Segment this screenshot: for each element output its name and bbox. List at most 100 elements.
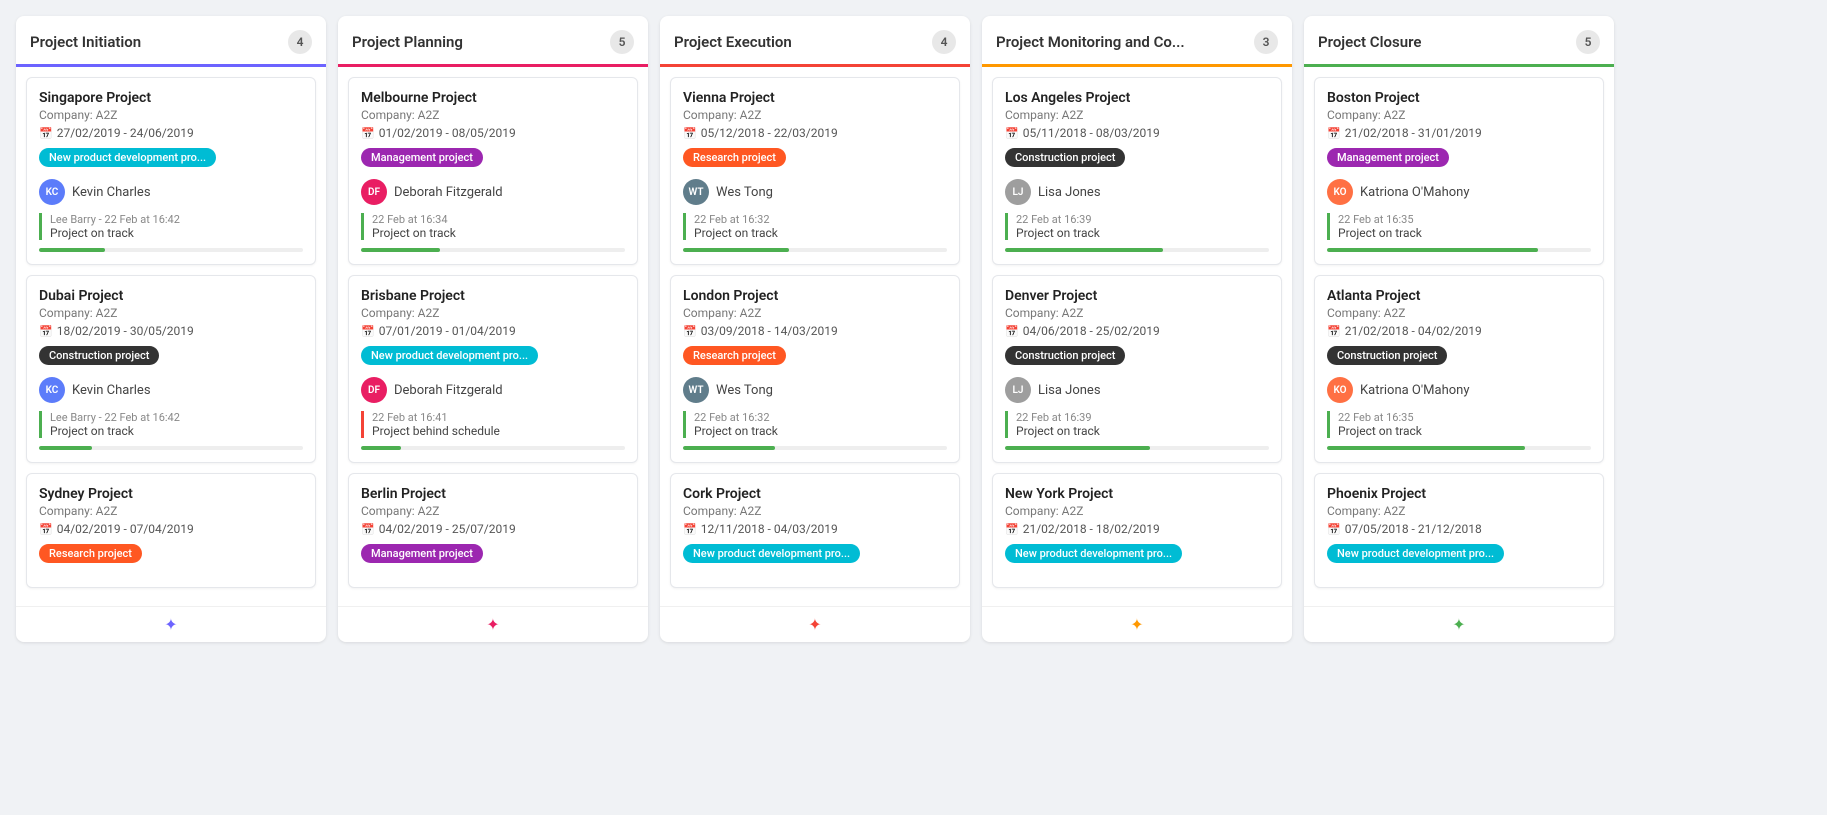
progress-bar	[1327, 248, 1538, 252]
card[interactable]: Vienna ProjectCompany: A2Z📅 05/12/2018 -…	[670, 77, 960, 265]
move-icon[interactable]: ✦	[486, 615, 499, 634]
move-icon[interactable]: ✦	[808, 615, 821, 634]
update-text: Project on track	[1016, 226, 1269, 240]
avatar-row: KC Kevin Charles	[39, 377, 303, 403]
calendar-icon: 📅	[39, 127, 53, 140]
column-footer: ✦	[1304, 606, 1614, 642]
progress-bar-container	[683, 446, 947, 450]
card[interactable]: Sydney ProjectCompany: A2Z📅 04/02/2019 -…	[26, 473, 316, 588]
project-tag: Management project	[361, 148, 483, 167]
avatar-row: DFDeborah Fitzgerald	[361, 179, 625, 205]
column-footer: ✦	[660, 606, 970, 642]
progress-bar-container	[39, 248, 303, 252]
calendar-icon: 📅	[361, 127, 375, 140]
card-title: Dubai Project	[39, 288, 303, 304]
move-icon[interactable]: ✦	[164, 615, 177, 634]
calendar-icon: 📅	[1327, 523, 1341, 536]
card[interactable]: Phoenix ProjectCompany: A2Z📅 07/05/2018 …	[1314, 473, 1604, 588]
card[interactable]: Singapore ProjectCompany: A2Z📅 27/02/201…	[26, 77, 316, 265]
update-meta: 22 Feb at 16:32	[694, 411, 947, 424]
card[interactable]: New York ProjectCompany: A2Z📅 21/02/2018…	[992, 473, 1282, 588]
update-text: Project on track	[1338, 424, 1591, 438]
avatar-row: KOKatriona O'Mahony	[1327, 377, 1591, 403]
card[interactable]: Brisbane ProjectCompany: A2Z📅 07/01/2019…	[348, 275, 638, 463]
card-date: 📅 04/02/2019 - 07/04/2019	[39, 522, 303, 536]
assignee-name: Lisa Jones	[1038, 185, 1101, 200]
update-meta: 22 Feb at 16:32	[694, 213, 947, 226]
update-section: Lee Barry - 22 Feb at 16:42Project on tr…	[39, 411, 303, 438]
card-date: 📅 07/01/2019 - 01/04/2019	[361, 324, 625, 338]
column-body[interactable]: Singapore ProjectCompany: A2Z📅 27/02/201…	[16, 67, 326, 606]
column-count: 5	[1576, 30, 1600, 54]
calendar-icon: 📅	[39, 523, 53, 536]
update-text: Project on track	[372, 226, 625, 240]
card[interactable]: Los Angeles ProjectCompany: A2Z📅 05/11/2…	[992, 77, 1282, 265]
update-meta: 22 Feb at 16:39	[1016, 213, 1269, 226]
card-title: Berlin Project	[361, 486, 625, 502]
avatar: KO	[1327, 179, 1353, 205]
column-header: Project Planning5	[338, 16, 648, 67]
avatar-row: WTWes Tong	[683, 377, 947, 403]
column-count: 4	[288, 30, 312, 54]
move-icon[interactable]: ✦	[1130, 615, 1143, 634]
column-header: Project Initiation4	[16, 16, 326, 67]
move-icon[interactable]: ✦	[1452, 615, 1465, 634]
column-body[interactable]: Los Angeles ProjectCompany: A2Z📅 05/11/2…	[982, 67, 1292, 606]
card[interactable]: Cork ProjectCompany: A2Z📅 12/11/2018 - 0…	[670, 473, 960, 588]
card-date: 📅 07/05/2018 - 21/12/2018	[1327, 522, 1591, 536]
calendar-icon: 📅	[361, 523, 375, 536]
card-date: 📅 21/02/2018 - 04/02/2019	[1327, 324, 1591, 338]
assignee-name: Deborah Fitzgerald	[394, 185, 503, 200]
card[interactable]: Dubai ProjectCompany: A2Z📅 18/02/2019 - …	[26, 275, 316, 463]
update-section: 22 Feb at 16:35Project on track	[1327, 213, 1591, 240]
card-company: Company: A2Z	[361, 108, 625, 122]
update-section: 22 Feb at 16:41Project behind schedule	[361, 411, 625, 438]
avatar: KO	[1327, 377, 1353, 403]
progress-bar-container	[683, 248, 947, 252]
card[interactable]: London ProjectCompany: A2Z📅 03/09/2018 -…	[670, 275, 960, 463]
card-company: Company: A2Z	[683, 108, 947, 122]
update-text: Project on track	[1338, 226, 1591, 240]
card[interactable]: Berlin ProjectCompany: A2Z📅 04/02/2019 -…	[348, 473, 638, 588]
avatar-row: LJLisa Jones	[1005, 179, 1269, 205]
column-body[interactable]: Boston ProjectCompany: A2Z📅 21/02/2018 -…	[1304, 67, 1614, 606]
update-meta: 22 Feb at 16:34	[372, 213, 625, 226]
update-section: 22 Feb at 16:39Project on track	[1005, 411, 1269, 438]
project-tag: Construction project	[1005, 148, 1125, 167]
progress-bar	[361, 446, 401, 450]
assignee-name: Kevin Charles	[72, 383, 151, 398]
column-body[interactable]: Vienna ProjectCompany: A2Z📅 05/12/2018 -…	[660, 67, 970, 606]
avatar: WT	[683, 377, 709, 403]
card-title: London Project	[683, 288, 947, 304]
card-company: Company: A2Z	[1327, 108, 1591, 122]
avatar: KC	[39, 377, 65, 403]
avatar-row: LJLisa Jones	[1005, 377, 1269, 403]
kanban-board: Project Initiation4 Singapore ProjectComp…	[16, 16, 1811, 642]
update-section: 22 Feb at 16:34Project on track	[361, 213, 625, 240]
column-body[interactable]: Melbourne ProjectCompany: A2Z📅 01/02/201…	[338, 67, 648, 606]
progress-bar-container	[361, 248, 625, 252]
column-footer: ✦	[982, 606, 1292, 642]
avatar-row: KCKevin Charles	[39, 179, 303, 205]
card[interactable]: Atlanta ProjectCompany: A2Z📅 21/02/2018 …	[1314, 275, 1604, 463]
column-closure: Project Closure5Boston ProjectCompany: A…	[1304, 16, 1614, 642]
card-company: Company: A2Z	[39, 504, 303, 518]
assignee-name: Deborah Fitzgerald	[394, 383, 503, 398]
calendar-icon: 📅	[1327, 325, 1341, 338]
column-planning: Project Planning5Melbourne ProjectCompan…	[338, 16, 648, 642]
project-tag: Construction project	[39, 346, 159, 365]
card-title: Denver Project	[1005, 288, 1269, 304]
update-meta: Lee Barry - 22 Feb at 16:42	[50, 213, 303, 226]
column-initiation: Project Initiation4 Singapore ProjectComp…	[16, 16, 326, 642]
calendar-icon: 📅	[683, 523, 697, 536]
card[interactable]: Denver ProjectCompany: A2Z📅 04/06/2018 -…	[992, 275, 1282, 463]
update-text: Project behind schedule	[372, 424, 625, 438]
progress-bar-container	[1327, 446, 1591, 450]
card[interactable]: Boston ProjectCompany: A2Z📅 21/02/2018 -…	[1314, 77, 1604, 265]
project-tag: Construction project	[1327, 346, 1447, 365]
project-tag: New product development pro...	[683, 544, 860, 563]
column-header: Project Monitoring and Co...3	[982, 16, 1292, 67]
avatar-row: WTWes Tong	[683, 179, 947, 205]
card-company: Company: A2Z	[1005, 504, 1269, 518]
card[interactable]: Melbourne ProjectCompany: A2Z📅 01/02/201…	[348, 77, 638, 265]
